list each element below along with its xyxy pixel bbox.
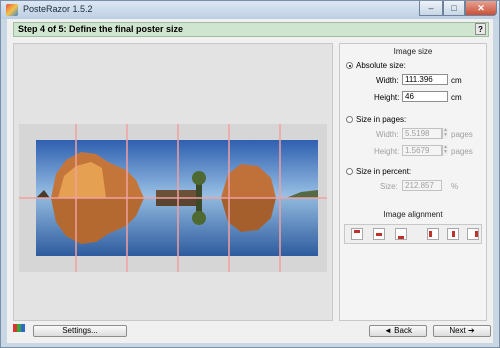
- absolute-size-radio[interactable]: [346, 62, 353, 69]
- percent-size-radio[interactable]: [346, 168, 353, 175]
- pages-width-label: Width:: [376, 130, 399, 139]
- close-button[interactable]: ✕: [465, 1, 497, 16]
- next-button[interactable]: Next ➔: [433, 325, 491, 337]
- settings-button[interactable]: Settings...: [33, 325, 127, 337]
- help-button[interactable]: ?: [475, 23, 486, 35]
- app-icon: [6, 4, 18, 16]
- percent-size-unit: %: [451, 182, 459, 191]
- client-area: Step 4 of 5: Define the final poster siz…: [7, 19, 493, 343]
- abs-width-unit: cm: [451, 76, 462, 85]
- absolute-size-label: Absolute size:: [356, 61, 406, 70]
- align-top-button[interactable]: [351, 228, 363, 240]
- title-bar: PosteRazor 1.5.2 – □ ✕: [1, 1, 499, 19]
- back-button[interactable]: ◄ Back: [369, 325, 427, 337]
- percent-size-field-label: Size:: [380, 182, 398, 191]
- app-window: PosteRazor 1.5.2 – □ ✕ Step 4 of 5: Defi…: [0, 0, 500, 348]
- image-alignment-header: Image alignment: [383, 210, 443, 219]
- window-title: PosteRazor 1.5.2: [23, 4, 93, 14]
- alignment-buttons: [344, 224, 482, 244]
- page-grid: [19, 124, 327, 272]
- step-title: Step 4 of 5: Define the final poster siz…: [18, 24, 184, 34]
- abs-width-label: Width:: [376, 76, 399, 85]
- pages-size-radio[interactable]: [346, 116, 353, 123]
- pages-width-input[interactable]: 5.5198: [402, 128, 442, 139]
- pages-size-label: Size in pages:: [356, 115, 407, 124]
- abs-height-label: Height:: [374, 93, 400, 102]
- pages-height-input[interactable]: 1.5679: [402, 145, 442, 156]
- pages-width-spinner[interactable]: ▲ ▼: [442, 128, 448, 139]
- align-middle-button[interactable]: [447, 228, 459, 240]
- pages-height-spinner[interactable]: ▲ ▼: [442, 145, 448, 156]
- align-right-button[interactable]: [467, 228, 479, 240]
- pages-height-label: Height:: [374, 147, 400, 156]
- pages-height-unit: pages: [451, 147, 473, 156]
- align-left-button[interactable]: [427, 228, 439, 240]
- step-header: Step 4 of 5: Define the final poster siz…: [13, 22, 489, 37]
- size-panel: Image size Absolute size: Width: 111.396…: [339, 43, 487, 321]
- align-bottom-button[interactable]: [395, 228, 407, 240]
- app-logo-icon: [13, 324, 25, 332]
- preview-canvas: [19, 124, 327, 272]
- poster-preview: [13, 43, 333, 321]
- abs-height-unit: cm: [451, 93, 462, 102]
- maximize-button[interactable]: □: [443, 1, 465, 16]
- percent-size-input[interactable]: 212.857: [402, 180, 442, 191]
- abs-height-input[interactable]: 46: [402, 91, 448, 102]
- image-size-header: Image size: [393, 47, 433, 56]
- abs-width-input[interactable]: 111.396: [402, 74, 448, 85]
- minimize-button[interactable]: –: [419, 1, 443, 16]
- align-center-button[interactable]: [373, 228, 385, 240]
- percent-size-label: Size in percent:: [356, 167, 412, 176]
- pages-width-unit: pages: [451, 130, 473, 139]
